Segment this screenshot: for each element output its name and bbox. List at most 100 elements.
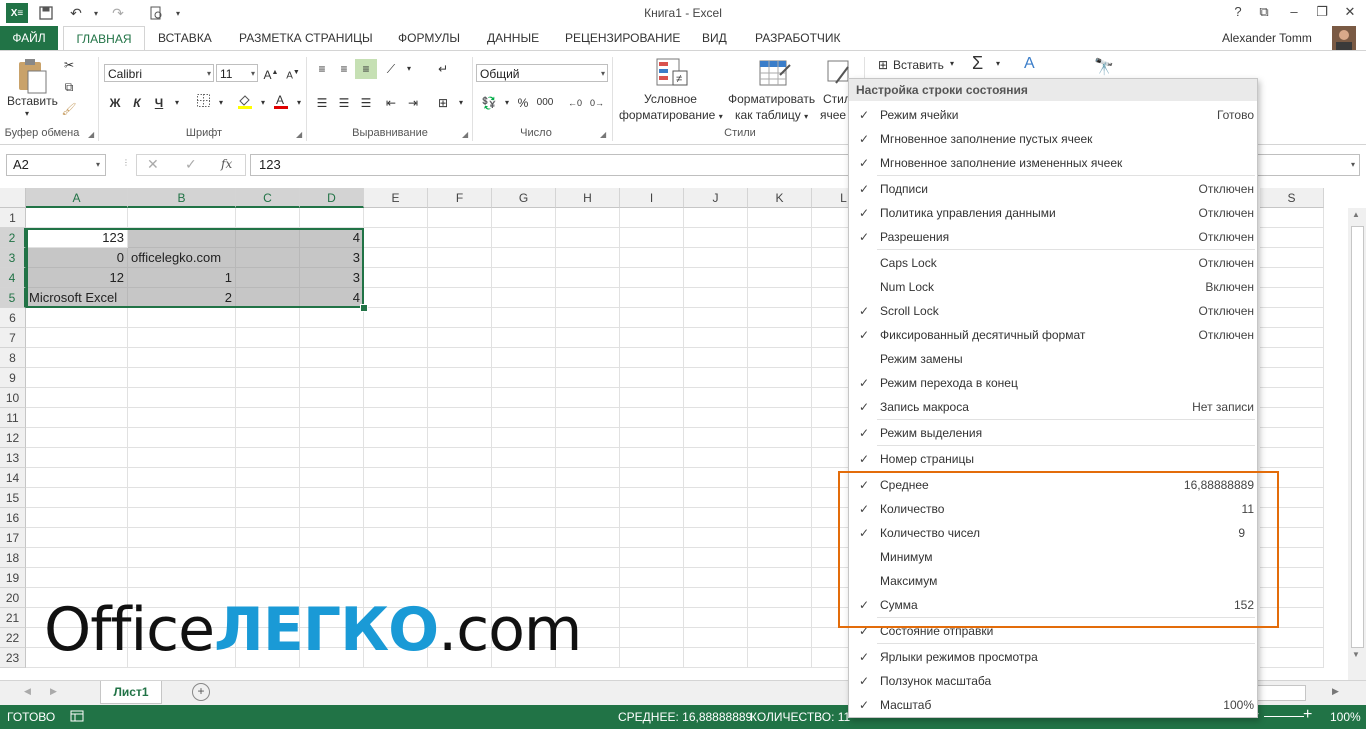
scroll-up-icon[interactable]: ▲ <box>1352 210 1360 219</box>
menu-item[interactable]: ✓ Подписи Отключен <box>849 177 1257 201</box>
cell-g1[interactable] <box>492 208 556 228</box>
tab-home[interactable]: ГЛАВНАЯ <box>63 26 145 52</box>
cell-b2[interactable] <box>128 228 236 248</box>
orientation-dropdown-icon[interactable]: ▾ <box>398 59 420 79</box>
cell-h14[interactable] <box>556 468 620 488</box>
fill-handle[interactable] <box>360 304 368 312</box>
cell-j1[interactable] <box>684 208 748 228</box>
minimize-icon[interactable]: – <box>1282 2 1306 22</box>
row-header-20[interactable]: 20 <box>0 588 26 608</box>
select-all-corner[interactable] <box>0 188 26 208</box>
cell-h5[interactable] <box>556 288 620 308</box>
cell-k21[interactable] <box>748 608 812 628</box>
paste-button[interactable]: Вставить <box>7 94 58 108</box>
row-header-9[interactable]: 9 <box>0 368 26 388</box>
menu-item[interactable]: ✓ Номер страницы <box>849 447 1257 471</box>
merge-dropdown-icon[interactable]: ▾ <box>450 93 472 113</box>
row-header-6[interactable]: 6 <box>0 308 26 328</box>
autosum-icon[interactable]: Σ <box>972 53 983 74</box>
font-name-combo[interactable]: Calibri ▾ <box>104 64 214 82</box>
cell-c18[interactable] <box>236 548 300 568</box>
cell-e13[interactable] <box>364 448 428 468</box>
cell-c19[interactable] <box>236 568 300 588</box>
format-as-table-label-1[interactable]: Форматировать <box>728 92 815 106</box>
cell-d12[interactable] <box>300 428 364 448</box>
cell-j4[interactable] <box>684 268 748 288</box>
row-header-22[interactable]: 22 <box>0 628 26 648</box>
cell-a3[interactable]: 0 <box>26 248 128 268</box>
cell-g9[interactable] <box>492 368 556 388</box>
cell-d4[interactable]: 3 <box>300 268 364 288</box>
cell-styles-icon[interactable] <box>826 57 850 89</box>
row-header-12[interactable]: 12 <box>0 428 26 448</box>
cell-f1[interactable] <box>428 208 492 228</box>
cell-f7[interactable] <box>428 328 492 348</box>
align-top-icon[interactable]: ≡ <box>311 59 333 79</box>
cell-j3[interactable] <box>684 248 748 268</box>
add-sheet-icon[interactable]: + <box>192 683 210 701</box>
cell-e1[interactable] <box>364 208 428 228</box>
cell-d2[interactable]: 4 <box>300 228 364 248</box>
decrease-indent-icon[interactable]: ⇤ <box>380 93 402 113</box>
cell-k3[interactable] <box>748 248 812 268</box>
column-header-i[interactable]: I <box>620 188 684 208</box>
cell-g17[interactable] <box>492 528 556 548</box>
cell-f2[interactable] <box>428 228 492 248</box>
cell-k13[interactable] <box>748 448 812 468</box>
cell-e5[interactable] <box>364 288 428 308</box>
cell-g14[interactable] <box>492 468 556 488</box>
cell-a5[interactable]: Microsoft Excel <box>26 288 128 308</box>
cell-g7[interactable] <box>492 328 556 348</box>
cell-j9[interactable] <box>684 368 748 388</box>
insert-dropdown-icon[interactable]: ▾ <box>950 59 954 68</box>
cell-c10[interactable] <box>236 388 300 408</box>
cell-k2[interactable] <box>748 228 812 248</box>
menu-item[interactable]: Режим замены <box>849 347 1257 371</box>
bold-button[interactable]: Ж <box>104 93 126 113</box>
cell-b11[interactable] <box>128 408 236 428</box>
cell-g8[interactable] <box>492 348 556 368</box>
cell-b14[interactable] <box>128 468 236 488</box>
autosum-dropdown-icon[interactable]: ▾ <box>996 59 1000 68</box>
cell-b13[interactable] <box>128 448 236 468</box>
cell-a17[interactable] <box>26 528 128 548</box>
cell-j22[interactable] <box>684 628 748 648</box>
insert-cells-button[interactable]: Вставить <box>893 58 944 72</box>
horizontal-scroll-thumb[interactable] <box>1256 685 1306 701</box>
zoom-in-icon[interactable]: + <box>1303 706 1312 724</box>
cell-b4[interactable]: 1 <box>128 268 236 288</box>
cell-j5[interactable] <box>684 288 748 308</box>
close-icon[interactable]: ✕ <box>1338 2 1362 22</box>
tab-formulas[interactable]: ФОРМУЛЫ <box>398 26 460 50</box>
cell-d8[interactable] <box>300 348 364 368</box>
cell-e11[interactable] <box>364 408 428 428</box>
cell-a10[interactable] <box>26 388 128 408</box>
row-header-14[interactable]: 14 <box>0 468 26 488</box>
percent-button[interactable]: % <box>512 93 534 113</box>
cell-j2[interactable] <box>684 228 748 248</box>
column-header-g[interactable]: G <box>492 188 556 208</box>
row-header-23[interactable]: 23 <box>0 648 26 668</box>
cell-a9[interactable] <box>26 368 128 388</box>
underline-dropdown-icon[interactable]: ▾ <box>166 93 188 113</box>
column-header-j[interactable]: J <box>684 188 748 208</box>
cell-h3[interactable] <box>556 248 620 268</box>
cell-i15[interactable] <box>620 488 684 508</box>
cond-format-dropdown-icon[interactable]: ▾ <box>719 112 723 121</box>
increase-indent-icon[interactable]: ⇥ <box>402 93 424 113</box>
row-header-17[interactable]: 17 <box>0 528 26 548</box>
cell-e7[interactable] <box>364 328 428 348</box>
cell-k4[interactable] <box>748 268 812 288</box>
menu-item[interactable]: ✓ Масштаб 100% <box>849 693 1257 717</box>
conditional-format-label-1[interactable]: Условное <box>644 92 697 106</box>
cell-d1[interactable] <box>300 208 364 228</box>
cell-g19[interactable] <box>492 568 556 588</box>
name-box[interactable]: A2 ▾ <box>6 154 106 176</box>
cell-f14[interactable] <box>428 468 492 488</box>
cell-c11[interactable] <box>236 408 300 428</box>
cell-c2[interactable] <box>236 228 300 248</box>
cell-a1[interactable] <box>26 208 128 228</box>
cell-d9[interactable] <box>300 368 364 388</box>
scroll-right-icon[interactable]: ▶ <box>1332 686 1339 697</box>
cell-j17[interactable] <box>684 528 748 548</box>
